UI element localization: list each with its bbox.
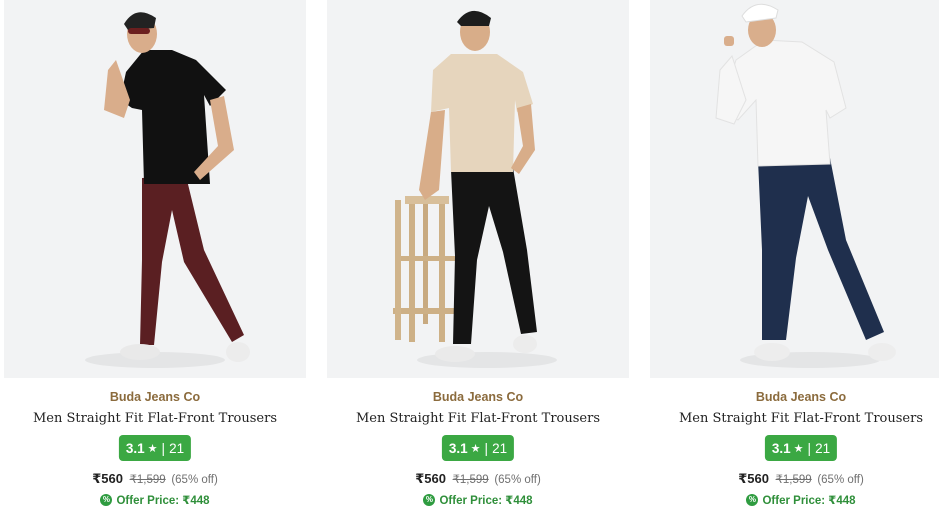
selling-price: ₹560 — [92, 471, 123, 486]
price-row: ₹560 ₹1,599 (65% off) — [4, 471, 306, 487]
discount-label: (65% off) — [171, 474, 218, 486]
star-icon: ★ — [147, 442, 158, 455]
product-image[interactable] — [327, 0, 629, 378]
model-photo — [327, 0, 629, 378]
offer-price-row: % Offer Price: ₹448 — [4, 493, 306, 507]
selling-price: ₹560 — [415, 471, 446, 486]
product-brand[interactable]: Buda Jeans Co — [650, 390, 939, 404]
rating-divider: | — [484, 440, 489, 456]
rating-divider: | — [161, 440, 166, 456]
rating-value: 3.1 — [771, 440, 791, 456]
model-photo — [4, 0, 306, 378]
product-image[interactable] — [4, 0, 306, 378]
product-grid: Buda Jeans Co Men Straight Fit Flat-Fron… — [0, 0, 939, 520]
rating-count: 21 — [492, 440, 508, 456]
product-title[interactable]: Men Straight Fit Flat-Front Trousers — [650, 411, 939, 426]
offer-price: Offer Price: ₹448 — [439, 495, 533, 507]
discount-label: (65% off) — [494, 474, 541, 486]
offer-badge-icon: % — [100, 494, 113, 506]
product-image[interactable] — [650, 0, 939, 378]
price-row: ₹560 ₹1,599 (65% off) — [327, 471, 629, 487]
offer-price-row: % Offer Price: ₹448 — [650, 493, 939, 507]
mrp-price: ₹1,599 — [452, 474, 489, 486]
offer-badge-icon: % — [746, 494, 759, 506]
product-card[interactable]: Buda Jeans Co Men Straight Fit Flat-Fron… — [327, 0, 629, 520]
discount-label: (65% off) — [817, 474, 864, 486]
product-brand[interactable]: Buda Jeans Co — [327, 390, 629, 404]
rating-badge: 3.1 ★ | 21 — [764, 435, 838, 461]
rating-badge: 3.1 ★ | 21 — [441, 435, 515, 461]
star-icon: ★ — [470, 442, 481, 455]
product-card[interactable]: Buda Jeans Co Men Straight Fit Flat-Fron… — [4, 0, 306, 520]
model-photo — [650, 0, 939, 378]
offer-badge-icon: % — [423, 494, 436, 506]
rating-divider: | — [807, 440, 812, 456]
selling-price: ₹560 — [738, 471, 769, 486]
offer-price: Offer Price: ₹448 — [116, 495, 210, 507]
product-brand[interactable]: Buda Jeans Co — [4, 390, 306, 404]
rating-badge: 3.1 ★ | 21 — [118, 435, 192, 461]
rating-count: 21 — [815, 440, 831, 456]
product-title[interactable]: Men Straight Fit Flat-Front Trousers — [327, 411, 629, 426]
rating-value: 3.1 — [125, 440, 145, 456]
mrp-price: ₹1,599 — [775, 474, 812, 486]
offer-price-row: % Offer Price: ₹448 — [327, 493, 629, 507]
product-card[interactable]: Buda Jeans Co Men Straight Fit Flat-Fron… — [650, 0, 939, 520]
rating-count: 21 — [169, 440, 185, 456]
mrp-price: ₹1,599 — [129, 474, 166, 486]
price-row: ₹560 ₹1,599 (65% off) — [650, 471, 939, 487]
product-title[interactable]: Men Straight Fit Flat-Front Trousers — [4, 411, 306, 426]
star-icon: ★ — [793, 442, 804, 455]
offer-price: Offer Price: ₹448 — [762, 495, 856, 507]
rating-value: 3.1 — [448, 440, 468, 456]
